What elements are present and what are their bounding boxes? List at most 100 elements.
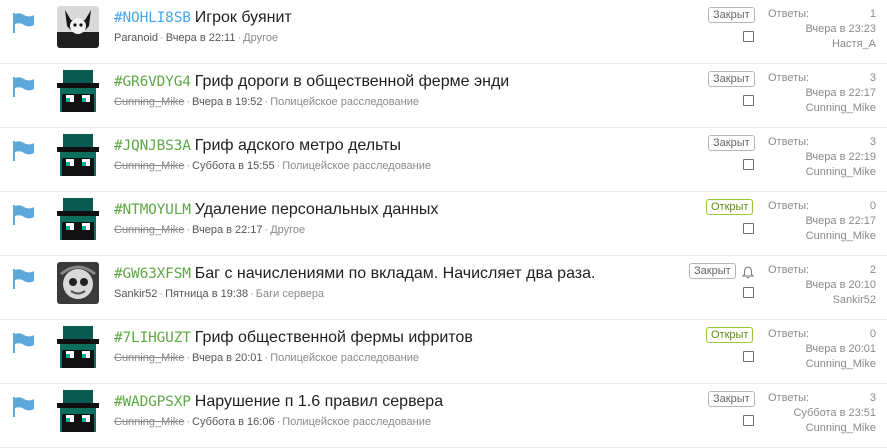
thread-title-link[interactable]: #7LIHGUZT Гриф общественной фермы ифритов <box>114 328 473 348</box>
flag-icon[interactable] <box>12 141 36 161</box>
thread-category[interactable]: Полицейское расследование <box>282 416 431 428</box>
meta-separator: · <box>186 160 190 172</box>
avatar[interactable] <box>57 198 99 240</box>
thread-date[interactable]: Вчера в 22:17 <box>192 224 263 236</box>
last-post-user[interactable]: Cunning_Mike <box>806 421 876 435</box>
thread-title-link[interactable]: #GR6VDYG4 Гриф дороги в общественной ферм… <box>114 72 509 92</box>
thread-row[interactable]: #WADGPSXP Нарушение п 1.6 правил сервера C… <box>0 384 887 448</box>
thread-author[interactable]: Cunning_Mike <box>114 224 184 236</box>
last-post-date[interactable]: Вчера в 20:10 <box>805 278 876 292</box>
meta-separator: · <box>276 416 281 428</box>
replies-count: 3 <box>869 392 876 404</box>
thread-date[interactable]: Вчера в 19:52 <box>192 96 263 108</box>
select-checkbox[interactable] <box>743 415 754 426</box>
flag-icon[interactable] <box>12 13 36 33</box>
thread-title: Нарушение п 1.6 правил сервера <box>194 393 444 410</box>
avatar[interactable] <box>57 6 99 48</box>
select-checkbox[interactable] <box>743 31 754 42</box>
thread-category[interactable]: Баги сервера <box>256 288 324 300</box>
thread-author[interactable]: Sankir52 <box>114 288 157 300</box>
thread-title-link[interactable]: #NOHLI8SB Игрок буянит <box>114 8 292 28</box>
thread-row[interactable]: #JQNJBS3A Гриф адского метро дельты Cunnin… <box>0 128 887 192</box>
select-checkbox[interactable] <box>743 351 754 362</box>
thread-date[interactable]: Вчера в 20:01 <box>192 352 263 364</box>
thread-author[interactable]: Paranoid <box>114 32 158 44</box>
last-post-user[interactable]: Настя_А <box>832 37 876 51</box>
status-badge: Закрыт <box>708 391 755 407</box>
avatar[interactable] <box>57 390 99 432</box>
bell-icon[interactable] <box>741 266 755 279</box>
thread-row[interactable]: #NTMOYULM Удаление персональных данных Cun… <box>0 192 887 256</box>
flag-icon[interactable] <box>12 205 36 225</box>
last-post-date[interactable]: Вчера в 23:23 <box>805 22 876 36</box>
status-badge: Закрыт <box>708 71 755 87</box>
flag-icon[interactable] <box>12 77 36 97</box>
replies-count: 0 <box>869 200 876 212</box>
replies-label: Ответы: <box>768 264 810 276</box>
status-badge: Закрыт <box>689 263 736 279</box>
status-badge: Закрыт <box>708 135 755 151</box>
thread-author[interactable]: Cunning_Mike <box>114 352 184 364</box>
thread-category[interactable]: Другое <box>243 32 278 44</box>
meta-separator: · <box>264 224 269 236</box>
thread-meta: Paranoid · Вчера в 22:11 · Другое <box>114 31 278 45</box>
status-badge: Открыт <box>706 199 754 215</box>
thread-date[interactable]: Суббота в 15:55 <box>192 160 275 172</box>
meta-separator: · <box>186 352 190 364</box>
thread-row[interactable]: #7LIHGUZT Гриф общественной фермы ифритов… <box>0 320 887 384</box>
thread-id: #7LIHGUZT <box>114 330 191 346</box>
flag-icon[interactable] <box>12 333 36 353</box>
replies-label: Ответы: <box>768 72 810 84</box>
replies-count: 0 <box>869 328 876 340</box>
thread-title-link[interactable]: #WADGPSXP Нарушение п 1.6 правил сервера <box>114 392 443 412</box>
thread-title-link[interactable]: #NTMOYULM Удаление персональных данных <box>114 200 438 220</box>
last-post-date[interactable]: Вчера в 22:19 <box>805 150 876 164</box>
status-badge: Закрыт <box>708 7 755 23</box>
thread-author[interactable]: Cunning_Mike <box>114 96 184 108</box>
thread-category[interactable]: Полицейское расследование <box>270 96 419 108</box>
replies-label: Ответы: <box>768 392 810 404</box>
thread-row[interactable]: #GW63XFSM Баг с начислениями по вкладам. … <box>0 256 887 320</box>
thread-author[interactable]: Cunning_Mike <box>114 160 184 172</box>
last-post-user[interactable]: Sankir52 <box>833 293 876 307</box>
thread-id: #GR6VDYG4 <box>114 74 191 90</box>
thread-date[interactable]: Вчера в 22:11 <box>166 32 236 44</box>
thread-id: #WADGPSXP <box>114 394 191 410</box>
thread-meta: Cunning_Mike · Вчера в 22:17 · Другое <box>114 223 305 237</box>
last-post-user[interactable]: Cunning_Mike <box>806 165 876 179</box>
meta-separator: · <box>186 96 190 108</box>
thread-category[interactable]: Другое <box>270 224 305 236</box>
last-post-date[interactable]: Вчера в 22:17 <box>805 86 876 100</box>
avatar[interactable] <box>57 326 99 368</box>
thread-title-link[interactable]: #JQNJBS3A Гриф адского метро дельты <box>114 136 401 156</box>
thread-id: #GW63XFSM <box>114 266 191 282</box>
select-checkbox[interactable] <box>743 223 754 234</box>
thread-category[interactable]: Полицейское расследование <box>282 160 431 172</box>
thread-category[interactable]: Полицейское расследование <box>270 352 419 364</box>
avatar[interactable] <box>57 70 99 112</box>
avatar[interactable] <box>57 134 99 176</box>
thread-id: #NOHLI8SB <box>114 10 191 26</box>
last-post-date[interactable]: Вчера в 22:17 <box>805 214 876 228</box>
meta-separator: · <box>160 32 164 44</box>
last-post-user[interactable]: Cunning_Mike <box>806 229 876 243</box>
thread-title-link[interactable]: #GW63XFSM Баг с начислениями по вкладам. … <box>114 264 595 284</box>
last-post-date[interactable]: Вчера в 20:01 <box>805 342 876 356</box>
thread-date[interactable]: Пятница в 19:38 <box>165 288 248 300</box>
last-post-date[interactable]: Суббота в 23:51 <box>793 406 876 420</box>
thread-row[interactable]: #NOHLI8SB Игрок буянит Paranoid · Вчера в 22… <box>0 0 887 64</box>
thread-date[interactable]: Суббота в 16:06 <box>192 416 275 428</box>
last-post-user[interactable]: Cunning_Mike <box>806 357 876 371</box>
avatar[interactable] <box>57 262 99 304</box>
thread-title: Удаление персональных данных <box>194 201 439 218</box>
select-checkbox[interactable] <box>743 95 754 106</box>
select-checkbox[interactable] <box>743 159 754 170</box>
select-checkbox[interactable] <box>743 287 754 298</box>
last-post-user[interactable]: Cunning_Mike <box>806 101 876 115</box>
thread-row[interactable]: #GR6VDYG4 Гриф дороги в общественной ферм… <box>0 64 887 128</box>
flag-icon[interactable] <box>12 269 36 289</box>
thread-title: Игрок буянит <box>194 9 292 26</box>
thread-meta: Cunning_Mike · Вчера в 19:52 · Полицейское р… <box>114 95 419 109</box>
flag-icon[interactable] <box>12 397 36 417</box>
thread-author[interactable]: Cunning_Mike <box>114 416 184 428</box>
